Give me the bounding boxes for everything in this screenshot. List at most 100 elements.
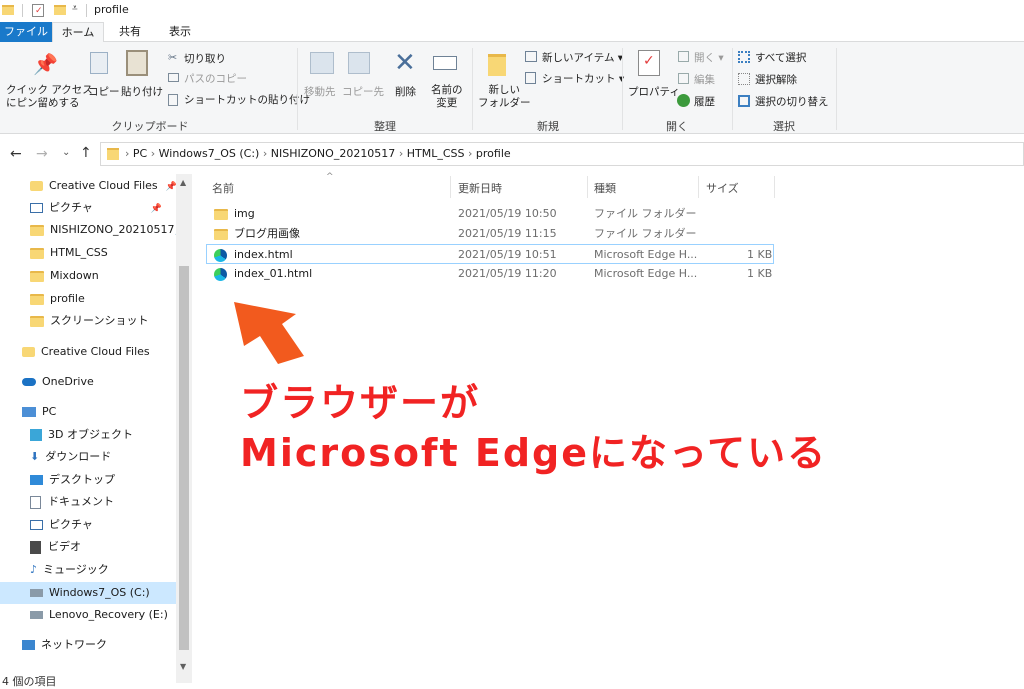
rename-button[interactable]: 名前の 変更 xyxy=(431,84,463,110)
folder-icon xyxy=(30,270,44,282)
properties-quick-icon[interactable]: ✓ xyxy=(32,4,44,17)
onedrive-icon xyxy=(22,378,36,386)
edit-button[interactable]: 編集 xyxy=(694,72,715,87)
table-row[interactable]: index.html 2021/05/19 10:51 Microsoft Ed… xyxy=(206,244,774,264)
breadcrumb-item[interactable]: HTML_CSS xyxy=(407,147,465,160)
address-bar[interactable]: › PC › Windows7_OS (C:) › NISHIZONO_2021… xyxy=(100,142,1024,166)
folder-icon xyxy=(30,247,44,259)
folder-icon xyxy=(30,224,44,236)
recent-locations-chevron-icon[interactable]: ⌄ xyxy=(62,147,70,158)
nav-item-creative-cloud[interactable]: Creative Cloud Files 📌 xyxy=(30,175,177,197)
rename-icon xyxy=(433,56,457,70)
paste-button[interactable]: 貼り付け xyxy=(121,84,163,99)
open-button[interactable]: 開く ▾ xyxy=(694,50,724,65)
file-name: index.html xyxy=(234,248,293,261)
nav-item-pictures-pc[interactable]: ピクチャ xyxy=(30,514,93,536)
file-type: ファイル フォルダー xyxy=(594,227,697,240)
pin-icon[interactable]: 📌 xyxy=(151,204,162,214)
file-name: index_01.html xyxy=(234,267,313,280)
column-header-size[interactable]: サイズ xyxy=(706,180,739,196)
table-row[interactable]: index_01.html 2021/05/19 11:20 Microsoft… xyxy=(206,264,774,284)
customize-toolbar-icon[interactable]: ⩡ xyxy=(72,3,78,14)
nav-item-windows7-os[interactable]: Windows7_OS (C:) xyxy=(0,582,176,604)
pin-quick-access-button[interactable]: クイック アクセス にピン留めする xyxy=(6,84,93,110)
select-none-button[interactable]: 選択解除 xyxy=(755,72,797,87)
scroll-up-icon[interactable]: ▲ xyxy=(180,178,186,187)
table-row[interactable]: img 2021/05/19 10:50 ファイル フォルダー xyxy=(206,204,774,224)
file-name: img xyxy=(234,207,255,220)
nav-item-onedrive[interactable]: OneDrive xyxy=(22,371,94,393)
breadcrumb-item[interactable]: profile xyxy=(476,147,511,160)
table-row[interactable]: ブログ用画像 2021/05/19 11:15 ファイル フォルダー xyxy=(206,224,774,244)
file-name: ブログ用画像 xyxy=(234,227,300,240)
nav-item-downloads[interactable]: ⬇ ダウンロード xyxy=(30,446,111,468)
paste-shortcut-button[interactable]: ショートカットの貼り付け xyxy=(184,92,310,107)
new-item-button[interactable]: 新しいアイテム ▾ xyxy=(542,50,623,65)
scroll-thumb[interactable] xyxy=(179,266,189,650)
copy-button[interactable]: コピー xyxy=(88,84,120,99)
nav-item-nishizono[interactable]: NISHIZONO_20210517📌 xyxy=(30,219,186,241)
select-all-button[interactable]: すべて選択 xyxy=(755,50,806,65)
tab-share[interactable]: 共有 xyxy=(106,22,154,42)
navigation-pane: Creative Cloud Files 📌 ピクチャ 📌 NISHIZONO_20… xyxy=(0,174,192,688)
nav-item-screenshots[interactable]: スクリーンショット xyxy=(30,310,148,332)
select-all-icon xyxy=(738,51,750,63)
easy-access-icon xyxy=(525,72,536,84)
nav-item-music[interactable]: ♪ ミュージック xyxy=(30,559,109,581)
nav-item-pictures[interactable]: ピクチャ 📌 xyxy=(30,197,162,219)
tab-file[interactable]: ファイル xyxy=(0,22,52,42)
column-divider xyxy=(698,176,699,198)
nav-item-documents[interactable]: ドキュメント xyxy=(30,491,114,513)
nav-item-3d-objects[interactable]: 3D オブジェクト xyxy=(30,424,133,446)
back-arrow-icon[interactable]: ← xyxy=(10,146,22,162)
group-label-clipboard: クリップボード xyxy=(111,120,189,133)
file-type: Microsoft Edge H... xyxy=(594,267,698,280)
column-header-name[interactable]: 名前 xyxy=(212,180,234,196)
new-item-icon xyxy=(525,51,537,62)
nav-item-pc[interactable]: PC xyxy=(22,401,56,423)
properties-button[interactable]: プロパティ xyxy=(628,84,680,99)
edit-icon xyxy=(678,73,689,84)
breadcrumb-item[interactable]: PC xyxy=(133,147,147,160)
file-date: 2021/05/19 10:50 xyxy=(458,207,557,220)
nav-item-lenovo-recovery[interactable]: Lenovo_Recovery (E:) xyxy=(30,604,168,626)
annotation-arrow-icon xyxy=(234,302,304,364)
invert-selection-button[interactable]: 選択の切り替え xyxy=(755,94,829,109)
new-folder-label-2: フォルダー xyxy=(478,97,531,109)
folder-icon xyxy=(214,224,228,244)
scroll-down-icon[interactable]: ▼ xyxy=(180,662,186,671)
file-date: 2021/05/19 11:15 xyxy=(458,227,557,240)
new-folder-quick-icon[interactable] xyxy=(54,5,66,15)
new-folder-button[interactable]: 新しい フォルダー xyxy=(478,84,531,110)
folder-icon xyxy=(30,293,44,305)
nav-item-desktop[interactable]: デスクトップ xyxy=(30,469,115,491)
forward-arrow-icon[interactable]: → xyxy=(36,146,48,162)
pictures-icon xyxy=(30,203,43,213)
breadcrumb: › PC › Windows7_OS (C:) › NISHIZONO_2021… xyxy=(125,147,511,160)
copy-path-button[interactable]: パスのコピー xyxy=(184,71,247,86)
nav-item-creative-cloud-root[interactable]: Creative Cloud Files xyxy=(22,341,150,363)
nav-scrollbar[interactable]: ▲ ▼ xyxy=(176,174,192,683)
nav-item-profile[interactable]: profile xyxy=(30,288,85,310)
open-icon xyxy=(678,51,689,62)
column-header-type[interactable]: 種類 xyxy=(594,180,616,196)
copy-to-button[interactable]: コピー先 xyxy=(342,84,384,99)
move-to-button[interactable]: 移動先 xyxy=(304,84,336,99)
delete-button[interactable]: 削除 xyxy=(395,84,416,99)
nav-item-videos[interactable]: ビデオ xyxy=(30,536,81,558)
history-button[interactable]: 履歴 xyxy=(694,94,715,109)
tab-view[interactable]: 表示 xyxy=(156,22,204,42)
nav-item-mixdown[interactable]: Mixdown xyxy=(30,265,99,287)
cut-button[interactable]: 切り取り xyxy=(184,51,226,66)
column-header-date[interactable]: 更新日時 xyxy=(458,180,502,196)
rename-label-1: 名前の xyxy=(431,84,463,96)
file-date: 2021/05/19 11:20 xyxy=(458,267,557,280)
nav-item-network[interactable]: ネットワーク xyxy=(22,634,107,656)
nav-item-html-css[interactable]: HTML_CSS xyxy=(30,242,108,264)
breadcrumb-item[interactable]: NISHIZONO_20210517 xyxy=(271,147,396,160)
easy-access-button[interactable]: ショートカット ▾ xyxy=(542,71,624,86)
tab-home[interactable]: ホーム xyxy=(52,22,104,43)
breadcrumb-item[interactable]: Windows7_OS (C:) xyxy=(159,147,260,160)
up-arrow-icon[interactable]: ↑ xyxy=(80,145,92,161)
file-size: 1 KB xyxy=(747,267,773,280)
